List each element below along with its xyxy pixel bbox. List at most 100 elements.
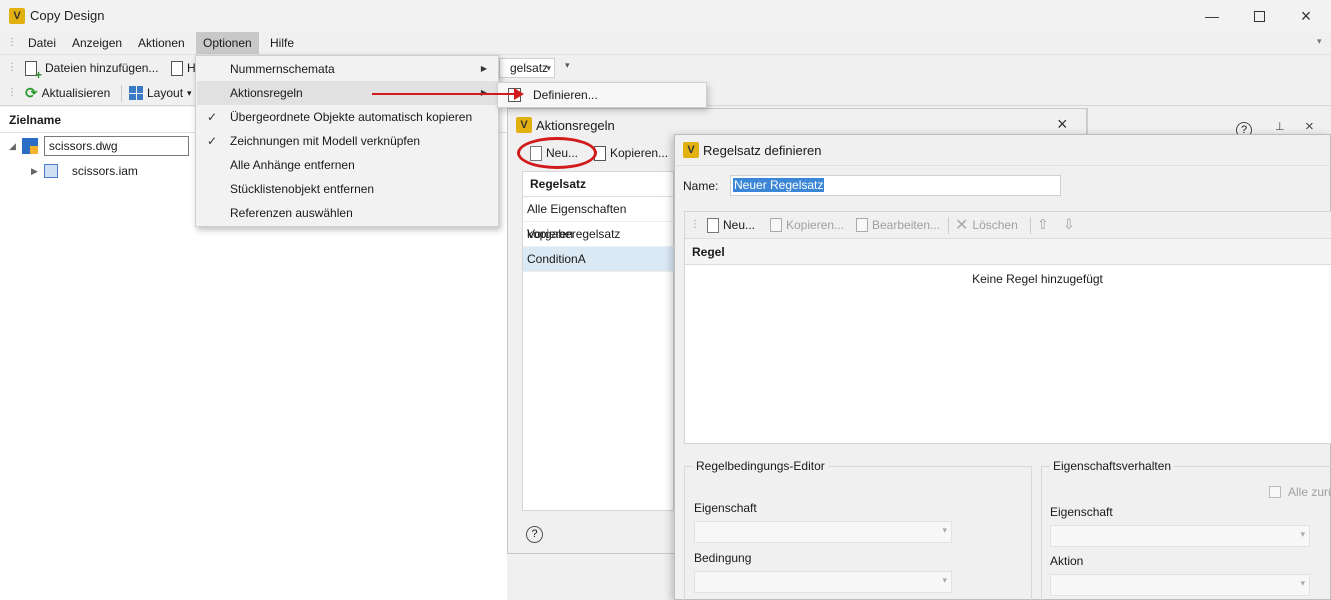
dwg-file-icon	[21, 138, 38, 154]
tree-row[interactable]: ▶ scissors.iam	[31, 160, 138, 182]
refresh-button[interactable]: ⟳ Aktualisieren	[25, 82, 110, 104]
tree-row-label: scissors.iam	[71, 164, 138, 178]
assembly-file-icon	[43, 164, 58, 178]
grip-icon: ⋮	[7, 37, 17, 48]
copy-ruleset-button[interactable]: Kopieren...	[594, 142, 668, 164]
name-label: Name:	[683, 179, 719, 193]
delete-icon: ✕	[955, 217, 969, 234]
rules-grid-header[interactable]: Regel	[685, 239, 1331, 265]
title-divider	[675, 165, 1331, 166]
all-reset-checkbox[interactable]	[1269, 486, 1281, 498]
layout-button[interactable]: Layout ▾	[129, 82, 192, 104]
menu-anzeigen[interactable]: Anzeigen	[65, 32, 129, 54]
checkmark-icon: ✓	[207, 134, 218, 148]
copy-rule-button[interactable]: Kopieren...	[770, 214, 844, 236]
close-icon[interactable]: ×	[1296, 6, 1316, 26]
document-icon	[171, 60, 183, 76]
name-input[interactable]: Neuer Regelsatz	[730, 175, 1061, 196]
menu-datei[interactable]: Datei	[21, 32, 63, 54]
window-title: Copy Design	[30, 8, 105, 23]
dialog-title: Aktionsregeln	[536, 118, 615, 133]
menu-bar: ⋮ Datei Anzeigen Aktionen Optionen Hilfe…	[0, 32, 1331, 55]
list-item[interactable]: Alle Eigenschaften kopieren	[523, 197, 675, 241]
condition-property-select[interactable]	[694, 521, 952, 543]
menu-item-label: Stücklistenobjekt entfernen	[230, 182, 375, 196]
name-input-value: Neuer Regelsatz	[733, 178, 825, 192]
menu-item-remove-bom-object[interactable]: Stücklistenobjekt entfernen	[197, 177, 497, 201]
copy-ruleset-label: Kopieren...	[610, 146, 669, 160]
dialog-title: Regelsatz definieren	[703, 143, 822, 158]
checkmark-icon: ✓	[207, 110, 218, 124]
grip-icon: ⋮	[7, 87, 17, 98]
property-behavior-group: Eigenschaftsverhalten Alle zurü Eigensch…	[1041, 459, 1331, 600]
menu-item-label: Aktionsregeln	[230, 86, 303, 100]
menu-item-auto-copy-parents[interactable]: ✓ Übergeordnete Objekte automatisch kopi…	[197, 105, 497, 129]
annotation-arrow	[372, 93, 520, 95]
menu-optionen[interactable]: Optionen	[196, 32, 259, 54]
move-up-icon[interactable]: ⇧	[1037, 216, 1049, 233]
menu-overflow-icon[interactable]: ▾	[1317, 36, 1322, 47]
menu-item-link-drawings[interactable]: ✓ Zeichnungen mit Modell verknüpfen	[197, 129, 497, 153]
list-item-selected[interactable]: ConditionA	[523, 247, 675, 272]
annotation-arrowhead	[514, 88, 524, 100]
behavior-property-select[interactable]	[1050, 525, 1310, 547]
edit-rule-button[interactable]: Bearbeiten...	[856, 214, 940, 236]
menu-item-label: Zeichnungen mit Modell verknüpfen	[230, 134, 421, 148]
add-files-label: Dateien hinzufügen...	[45, 61, 159, 75]
menu-item-definieren[interactable]: Definieren...	[533, 88, 598, 102]
maximize-icon[interactable]	[1249, 6, 1269, 26]
menu-aktionen[interactable]: Aktionen	[131, 32, 192, 54]
property-behavior-title: Eigenschaftsverhalten	[1050, 459, 1175, 473]
menu-item-select-references[interactable]: Referenzen auswählen	[197, 201, 497, 225]
all-reset-label: Alle zurü	[1288, 485, 1331, 499]
menu-hilfe[interactable]: Hilfe	[263, 32, 301, 54]
toolbar-divider	[948, 217, 949, 234]
pin-icon[interactable]: ⊥	[1275, 120, 1285, 133]
minimize-icon[interactable]: —	[1202, 6, 1222, 26]
rules-panel: ⋮ Neu... Kopieren... Bearbeiten... ✕ Lös…	[684, 211, 1331, 444]
submenu-arrow-icon: ▶	[480, 64, 487, 73]
action-label: Aktion	[1050, 554, 1084, 568]
close-icon[interactable]: ×	[1057, 114, 1068, 135]
regelsatz-definieren-dialog: V Regelsatz definieren Name: Neuer Regel…	[674, 134, 1331, 600]
layout-icon	[129, 86, 143, 100]
tree-row[interactable]: ◢ scissors.dwg	[9, 135, 189, 157]
regelsatz-combo[interactable]: gelsatz ▾	[499, 58, 555, 78]
add-files-button[interactable]: Dateien hinzufügen...	[25, 57, 159, 82]
new-rule-label: Neu...	[723, 218, 756, 232]
grip-icon: ⋮	[7, 62, 17, 73]
menu-item-remove-attachments[interactable]: Alle Anhänge entfernen	[197, 153, 497, 177]
chevron-down-icon[interactable]: ▾	[565, 60, 570, 71]
regelsatz-combo-value: gelsatz	[510, 61, 549, 75]
menu-item-label: Übergeordnete Objekte automatisch kopier…	[230, 110, 473, 124]
menu-item-label: Referenzen auswählen	[230, 206, 353, 220]
condition-label: Bedingung	[694, 551, 752, 565]
toolbar-button-partial[interactable]: H	[171, 57, 196, 79]
new-rule-button[interactable]: Neu...	[707, 214, 755, 236]
behavior-property-label: Eigenschaft	[1050, 505, 1113, 519]
move-down-icon[interactable]: ⇩	[1063, 216, 1075, 233]
options-menu: Nummernschemata ▶ Aktionsregeln ▶ ✓ Über…	[195, 55, 499, 227]
copy-rule-label: Kopieren...	[786, 218, 845, 232]
close-icon[interactable]: ×	[1305, 118, 1314, 135]
toolbar-divider	[121, 85, 122, 102]
list-item[interactable]: Vorgaberegelsatz	[523, 222, 675, 247]
delete-rule-button[interactable]: ✕ Löschen	[955, 214, 1018, 236]
menu-item-label: Nummernschemata	[230, 62, 335, 76]
condition-select[interactable]	[694, 571, 952, 593]
rules-toolbar: ⋮ Neu... Kopieren... Bearbeiten... ✕ Lös…	[685, 212, 1331, 239]
title-bar: V Copy Design — ×	[0, 0, 1331, 32]
copy-icon	[770, 218, 782, 232]
ruleset-list-header[interactable]: Regelsatz	[523, 172, 675, 197]
help-icon[interactable]: ?	[526, 526, 543, 543]
menu-item-nummernschemata[interactable]: Nummernschemata ▶	[197, 57, 497, 81]
grip-icon: ⋮	[690, 219, 700, 230]
action-select[interactable]	[1050, 574, 1310, 596]
menu-item-label: Alle Anhänge entfernen	[230, 158, 355, 172]
chevron-down-icon: ▾	[546, 63, 551, 73]
aktionsregeln-submenu: Definieren...	[497, 82, 707, 108]
annotation-circle	[517, 137, 597, 169]
collapse-triangle-icon[interactable]: ◢	[9, 141, 16, 152]
layout-label: Layout	[147, 86, 184, 100]
expand-triangle-icon[interactable]: ▶	[31, 166, 38, 177]
